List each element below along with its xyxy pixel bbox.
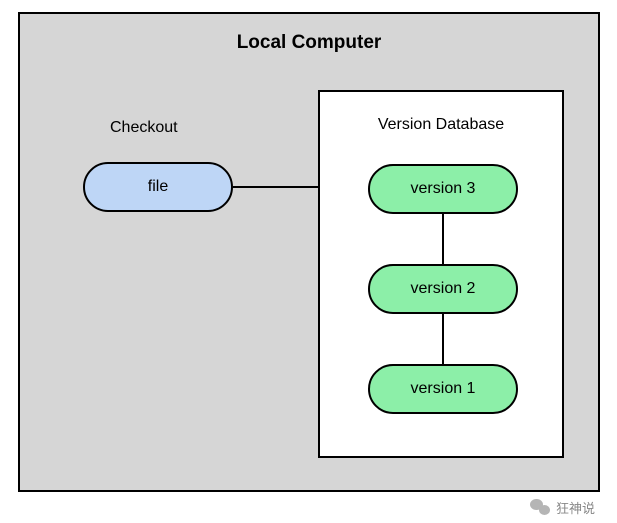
file-node: file [83,162,233,212]
version-3-node: version 3 [368,164,518,214]
version-2-node: version 2 [368,264,518,314]
version-database-box: Version Database version 3 version 2 ver… [318,90,564,458]
connector-v2-to-v1 [442,314,444,364]
version-1-label: version 1 [411,380,476,398]
diagram-title: Local Computer [20,32,598,54]
version-2-label: version 2 [411,280,476,298]
checkout-label: Checkout [110,119,178,137]
connector-v3-to-v2 [442,214,444,264]
version-1-node: version 1 [368,364,518,414]
watermark: 狂神说 [530,497,595,517]
file-node-label: file [148,178,168,196]
wechat-icon [530,497,550,517]
version-3-label: version 3 [411,180,476,198]
local-computer-container: Local Computer Checkout file Version Dat… [18,12,600,492]
watermark-text: 狂神说 [556,498,595,517]
version-database-label: Version Database [320,116,562,134]
